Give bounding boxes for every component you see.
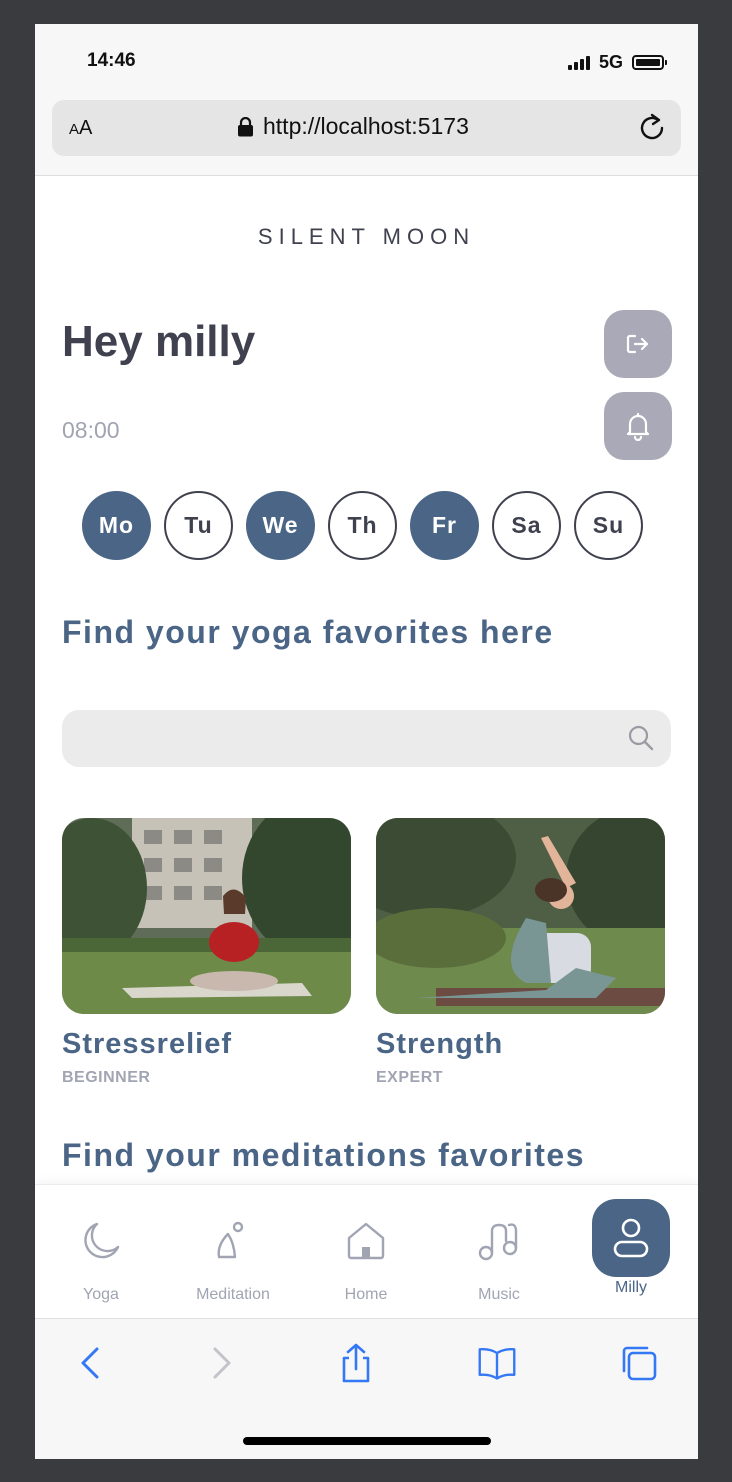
forward-icon[interactable] <box>201 1343 241 1383</box>
url-display[interactable]: http://localhost:5173 <box>237 113 469 140</box>
home-icon <box>347 1222 385 1259</box>
share-icon[interactable] <box>336 1343 376 1383</box>
logout-icon <box>626 334 649 354</box>
meditation-favorites-title: Find your meditations favorites <box>62 1137 586 1173</box>
bookmarks-icon[interactable] <box>477 1343 517 1383</box>
text-size-big-label: A <box>79 117 93 139</box>
tab-label: Home <box>344 1286 388 1303</box>
card-title: Stressrelief <box>62 1028 232 1060</box>
battery-icon <box>632 55 667 70</box>
day-tu[interactable]: Tu <box>164 491 233 560</box>
tab-milly[interactable]: Milly <box>565 1185 697 1319</box>
url-text: http://localhost:5173 <box>263 113 469 139</box>
day-we[interactable]: We <box>246 491 315 560</box>
reload-icon[interactable] <box>637 112 669 144</box>
search-icon[interactable] <box>627 724 655 752</box>
yoga-card-stressrelief[interactable]: Stressrelief BEGINNER <box>62 818 351 1087</box>
day-sa[interactable]: Sa <box>492 491 561 560</box>
phone-screen: 14:46 5G AA http://localhost:5173 SILENT… <box>35 24 698 1459</box>
status-time: 14:46 <box>87 50 136 71</box>
profile-icon <box>613 1218 649 1258</box>
back-icon[interactable] <box>71 1343 111 1383</box>
tab-label: Milly <box>615 1279 647 1296</box>
tab-label: Yoga <box>83 1286 119 1303</box>
bottom-tab-bar: Yoga Meditation Home Music Milly <box>35 1184 698 1319</box>
brand-logo: SILENT MOON <box>257 224 476 249</box>
text-size-small-label: A <box>69 121 80 138</box>
tab-yoga[interactable]: Yoga <box>35 1185 167 1319</box>
card-level: BEGINNER <box>62 1069 151 1086</box>
reminder-time[interactable]: 08:00 <box>62 417 120 444</box>
day-th[interactable]: Th <box>328 491 397 560</box>
tab-home[interactable]: Home <box>300 1185 432 1319</box>
meditation-icon <box>217 1221 244 1258</box>
yoga-favorites-title: Find your yoga favorites here <box>62 614 554 650</box>
status-indicators: 5G <box>567 52 667 73</box>
day-su[interactable]: Su <box>574 491 643 560</box>
day-selector: Mo Tu We Th Fr Sa Su <box>82 491 643 560</box>
music-icon <box>478 1222 518 1260</box>
greeting-title: Hey milly <box>62 317 256 366</box>
text-size-button[interactable]: AA <box>69 117 92 140</box>
strength-image <box>376 818 665 1014</box>
tab-meditation[interactable]: Meditation <box>167 1185 299 1319</box>
day-mo[interactable]: Mo <box>82 491 151 560</box>
browser-address-area: AA http://localhost:5173 <box>35 84 698 176</box>
tab-music[interactable]: Music <box>433 1185 565 1319</box>
stressrelief-image <box>62 818 351 1014</box>
lock-icon <box>238 116 253 136</box>
yoga-card-strength[interactable]: Strength EXPERT <box>376 818 665 1087</box>
logout-button[interactable] <box>604 310 672 378</box>
bell-icon <box>626 412 650 441</box>
browser-toolbar <box>35 1318 698 1459</box>
card-title: Strength <box>376 1028 504 1060</box>
tabs-icon[interactable] <box>619 1343 659 1383</box>
day-fr[interactable]: Fr <box>410 491 479 560</box>
card-level: EXPERT <box>376 1069 444 1086</box>
tab-label: Meditation <box>196 1286 270 1303</box>
address-bar[interactable]: AA http://localhost:5173 <box>52 100 681 156</box>
tab-label: Music <box>478 1286 520 1303</box>
network-type: 5G <box>598 52 623 72</box>
signal-icon <box>567 55 590 70</box>
home-indicator <box>243 1437 491 1445</box>
moon-icon <box>84 1222 120 1258</box>
notification-button[interactable] <box>604 392 672 460</box>
search-input[interactable] <box>62 710 671 767</box>
